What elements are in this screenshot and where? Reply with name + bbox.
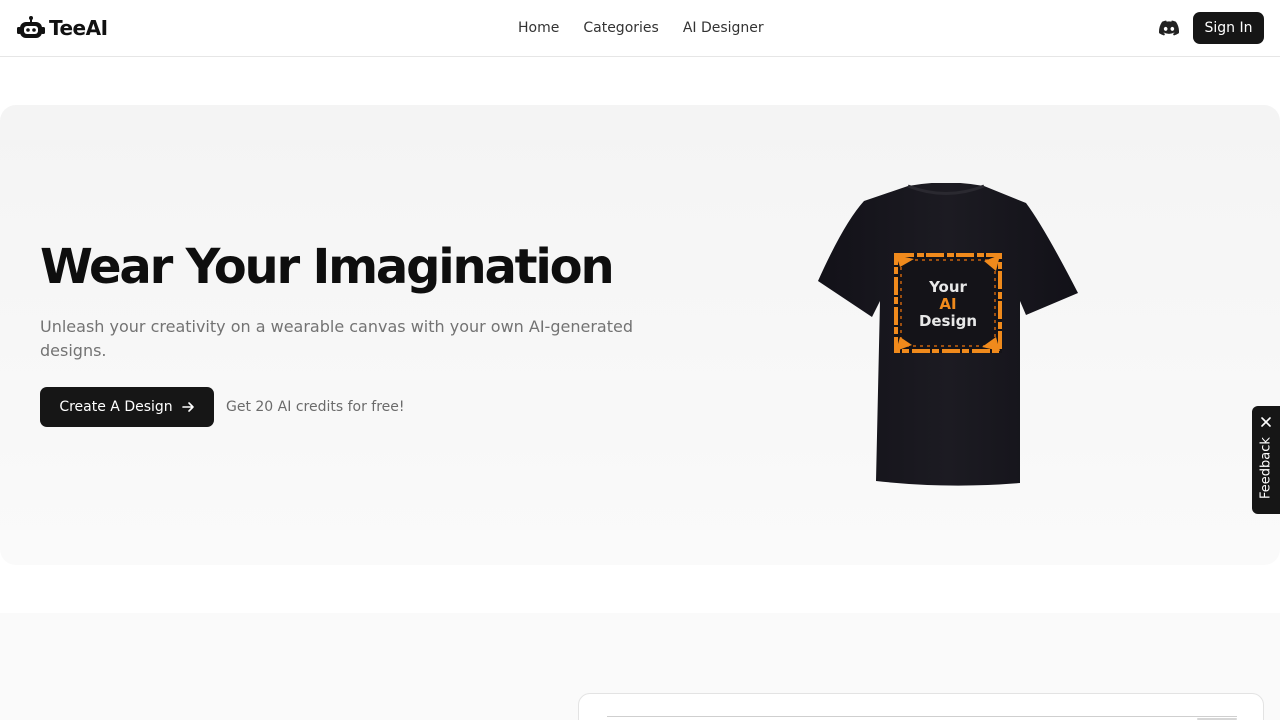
feedback-label: Feedback bbox=[1258, 437, 1274, 499]
tshirt-mockup-image: Your AI Design bbox=[818, 183, 1078, 486]
discord-icon[interactable] bbox=[1159, 19, 1179, 37]
secondary-section bbox=[0, 613, 1280, 720]
feedback-tab[interactable]: Feedback bbox=[1252, 406, 1280, 514]
hero-subtitle: Unleash your creativity on a wearable ca… bbox=[40, 317, 633, 360]
close-icon[interactable] bbox=[1260, 416, 1272, 428]
arrow-right-icon bbox=[181, 402, 194, 412]
hero-headline: Wear Your Imagination bbox=[40, 239, 615, 295]
logo-text: TeeAI bbox=[49, 16, 108, 40]
free-credits-note: Get 20 AI credits for free! bbox=[226, 399, 405, 415]
shirt-print-line-3: Design bbox=[919, 312, 977, 330]
preview-card bbox=[578, 693, 1264, 720]
card-divider bbox=[607, 716, 1237, 717]
shirt-print-line-1: Your bbox=[928, 278, 967, 296]
top-navbar: TeeAI Home Categories AI Designer Sign I… bbox=[0, 0, 1280, 57]
logo[interactable]: TeeAI bbox=[16, 15, 108, 41]
create-design-button[interactable]: Create A Design bbox=[40, 387, 214, 427]
nav-link-ai-designer[interactable]: AI Designer bbox=[683, 18, 764, 38]
sign-in-button[interactable]: Sign In bbox=[1193, 12, 1264, 44]
main-nav: Home Categories AI Designer bbox=[518, 18, 764, 38]
shirt-print-line-2: AI bbox=[939, 295, 956, 313]
hero-section: Wear Your Imagination Unleash your creat… bbox=[0, 105, 1280, 565]
nav-link-categories[interactable]: Categories bbox=[583, 18, 658, 38]
nav-link-home[interactable]: Home bbox=[518, 18, 559, 38]
robot-logo-icon bbox=[17, 16, 45, 38]
create-design-label: Create A Design bbox=[59, 399, 173, 415]
